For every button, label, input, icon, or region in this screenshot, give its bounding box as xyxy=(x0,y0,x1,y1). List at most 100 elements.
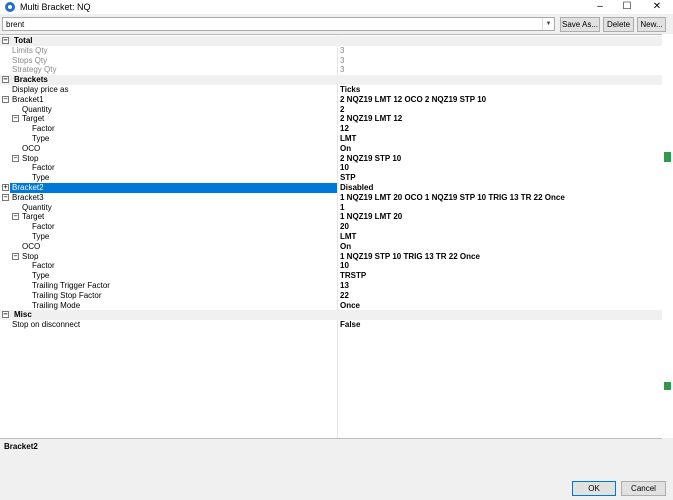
property-value[interactable]: 1 NQZ19 LMT 20 OCO 1 NQZ19 STP 10 TRIG 1… xyxy=(340,193,565,203)
property-label: Factor xyxy=(32,163,55,173)
collapse-icon[interactable]: − xyxy=(2,95,9,103)
property-label: Strategy Qty xyxy=(12,65,57,75)
property-row[interactable]: Factor 12 xyxy=(0,124,662,134)
collapse-icon[interactable]: − xyxy=(12,154,19,162)
property-row[interactable]: − Bracket3 1 NQZ19 LMT 20 OCO 1 NQZ19 STP … xyxy=(0,193,662,203)
template-toolbar: brent ▼ Save As... Delete New... xyxy=(0,16,673,34)
property-row[interactable]: − Stop 2 NQZ19 STP 10 xyxy=(0,154,662,164)
property-row[interactable]: OCO On xyxy=(0,242,662,252)
new-button[interactable]: New... xyxy=(637,17,666,32)
property-row[interactable]: + Bracket2 Disabled xyxy=(0,183,662,193)
property-label: Display price as xyxy=(12,85,69,94)
property-label: Factor xyxy=(32,222,55,232)
property-label: Type xyxy=(32,173,50,183)
vertical-scrollbar[interactable] xyxy=(662,34,673,438)
property-row[interactable]: Factor 10 xyxy=(0,261,662,271)
property-label: OCO xyxy=(22,241,41,251)
property-row[interactable]: Type STP xyxy=(0,173,662,183)
property-row[interactable]: Trailing Mode Once xyxy=(0,301,662,311)
property-value[interactable]: 3 xyxy=(340,46,344,56)
property-row[interactable]: Quantity 1 xyxy=(0,203,662,213)
property-row[interactable]: Stop on disconnect False xyxy=(0,320,662,330)
property-row[interactable]: − Stop 1 NQZ19 STP 10 TRIG 13 TR 22 Once xyxy=(0,252,662,262)
property-value[interactable]: 2 NQZ19 LMT 12 xyxy=(340,114,402,124)
window-title: Multi Bracket: NQ xyxy=(20,2,91,12)
collapse-icon[interactable]: − xyxy=(2,193,9,201)
property-row[interactable]: Factor 20 xyxy=(0,222,662,232)
property-label: OCO xyxy=(22,143,41,153)
delete-button[interactable]: Delete xyxy=(603,17,634,32)
collapse-icon[interactable]: − xyxy=(2,76,9,84)
property-value[interactable]: Ticks xyxy=(340,85,360,95)
expand-icon[interactable]: + xyxy=(2,184,9,191)
collapse-icon[interactable]: − xyxy=(2,37,9,44)
property-value[interactable]: 2 xyxy=(340,105,344,115)
property-value[interactable]: 10 xyxy=(340,163,349,173)
property-value[interactable]: 2 NQZ19 STP 10 xyxy=(340,154,401,164)
property-value[interactable]: 1 NQZ19 LMT 20 xyxy=(340,212,402,222)
property-row[interactable]: Trailing Trigger Factor 13 xyxy=(0,281,662,291)
maximize-button[interactable]: ☐ xyxy=(613,0,641,14)
property-value[interactable]: LMT xyxy=(340,232,356,242)
dialog-buttons: OK Cancel xyxy=(0,478,673,500)
property-row[interactable]: − Target 1 NQZ19 LMT 20 xyxy=(0,212,662,222)
category-row[interactable]: − Brackets xyxy=(0,75,662,86)
save-as-button[interactable]: Save As... xyxy=(560,17,600,32)
property-row[interactable]: − Target 2 NQZ19 LMT 12 xyxy=(0,114,662,124)
property-value[interactable]: 10 xyxy=(340,261,349,271)
property-row[interactable]: Strategy Qty 3 xyxy=(0,65,662,75)
template-dropdown[interactable]: brent ▼ xyxy=(2,17,555,31)
property-row[interactable]: Type LMT xyxy=(0,134,662,144)
property-value[interactable]: 13 xyxy=(340,281,349,291)
cancel-button[interactable]: Cancel xyxy=(621,481,666,496)
property-row[interactable]: − Bracket1 2 NQZ19 LMT 12 OCO 2 NQZ19 STP … xyxy=(0,95,662,105)
property-label: Total xyxy=(14,36,33,45)
collapse-icon[interactable]: − xyxy=(2,311,9,319)
property-value[interactable]: TRSTP xyxy=(340,271,366,281)
minimize-button[interactable]: – xyxy=(586,0,614,14)
property-row[interactable]: Type LMT xyxy=(0,232,662,242)
collapse-icon[interactable]: − xyxy=(12,252,19,260)
property-value[interactable]: LMT xyxy=(340,134,356,144)
property-value[interactable]: Once xyxy=(340,301,360,311)
property-value[interactable]: 3 xyxy=(340,65,344,75)
property-value[interactable]: 3 xyxy=(340,56,344,66)
property-value[interactable]: 12 xyxy=(340,124,349,134)
property-value[interactable]: Disabled xyxy=(340,183,373,193)
collapse-icon[interactable]: − xyxy=(12,115,19,123)
property-label: Type xyxy=(32,232,50,241)
property-row[interactable]: Factor 10 xyxy=(0,163,662,173)
app-icon xyxy=(5,2,15,12)
property-value[interactable]: 1 xyxy=(340,203,344,213)
property-row[interactable]: Stops Qty 3 xyxy=(0,56,662,66)
property-label: Stop on disconnect xyxy=(12,320,81,330)
collapse-icon[interactable]: − xyxy=(12,213,19,221)
scroll-marker xyxy=(664,152,671,162)
property-row[interactable]: Limits Qty 3 xyxy=(0,46,662,56)
property-value[interactable]: On xyxy=(340,144,351,154)
property-row[interactable]: OCO On xyxy=(0,144,662,154)
category-row[interactable]: − Misc xyxy=(0,310,662,321)
property-label: Bracket1 xyxy=(12,94,44,104)
property-label: Misc xyxy=(14,310,32,320)
ok-button[interactable]: OK xyxy=(572,481,616,496)
close-button[interactable]: ✕ xyxy=(643,0,671,14)
property-row[interactable]: Display price as Ticks xyxy=(0,85,662,95)
property-value[interactable]: False xyxy=(340,320,360,330)
property-value[interactable]: 1 NQZ19 STP 10 TRIG 13 TR 22 Once xyxy=(340,252,480,262)
category-row[interactable]: − Total xyxy=(0,36,662,46)
property-row[interactable]: Type TRSTP xyxy=(0,271,662,281)
property-label: Stop xyxy=(22,153,39,163)
property-value[interactable]: 22 xyxy=(340,291,349,301)
property-grid[interactable]: − Total Limits Qty 3 Stops Qty 3 Strategy Qty 3… xyxy=(0,34,662,439)
property-row[interactable]: Trailing Stop Factor 22 xyxy=(0,291,662,301)
property-label: Trailing Stop Factor xyxy=(32,290,102,300)
chevron-down-icon[interactable]: ▼ xyxy=(542,18,554,30)
property-value[interactable]: STP xyxy=(340,173,356,183)
property-label: Stops Qty xyxy=(12,55,48,65)
property-value[interactable]: 2 NQZ19 LMT 12 OCO 2 NQZ19 STP 10 xyxy=(340,95,486,105)
property-value[interactable]: On xyxy=(340,242,351,252)
property-value[interactable]: 20 xyxy=(340,222,349,232)
property-row[interactable]: Quantity 2 xyxy=(0,105,662,115)
property-label: Factor xyxy=(32,261,55,271)
